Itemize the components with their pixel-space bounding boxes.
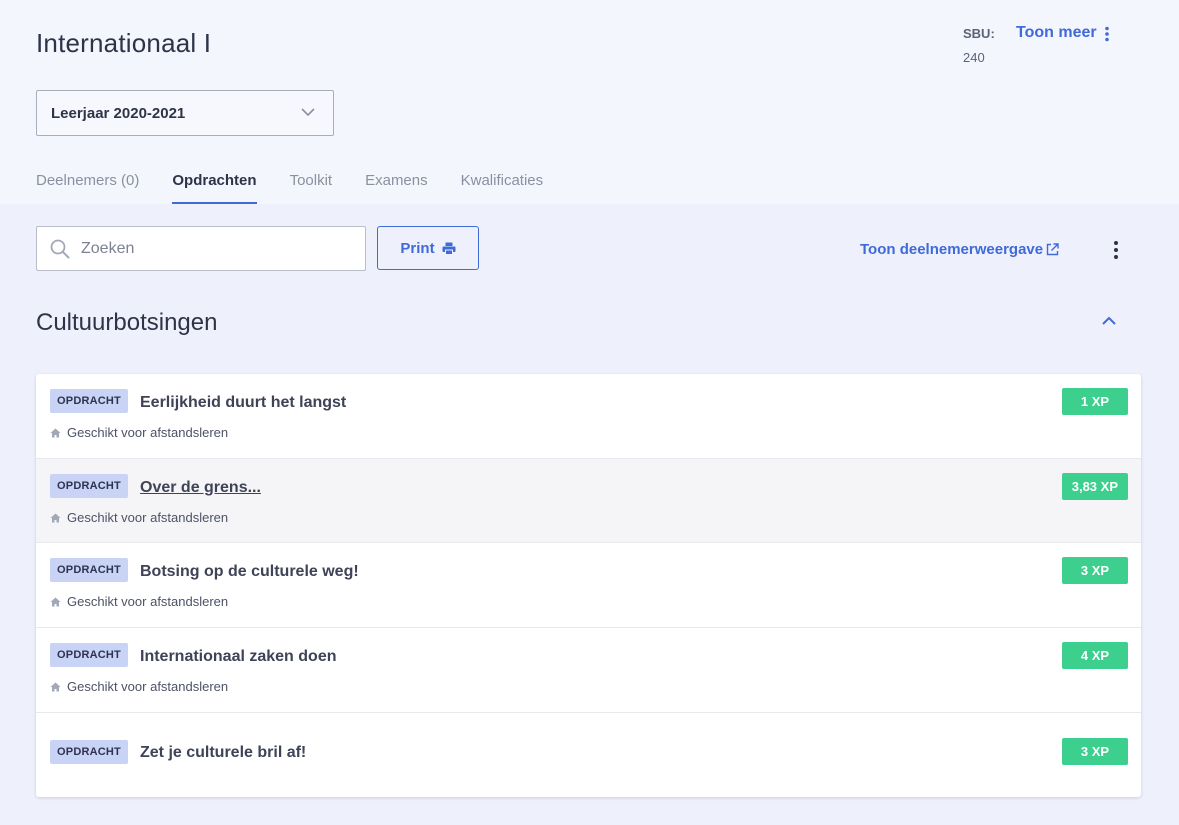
year-select-value: Leerjaar 2020-2021 xyxy=(51,105,186,122)
remote-learning-info: Geschikt voor afstandsleren xyxy=(50,425,228,440)
external-link-icon xyxy=(1046,243,1059,256)
tab-deelnemers[interactable]: Deelnemers (0) xyxy=(36,172,139,204)
tab-kwalificaties[interactable]: Kwalificaties xyxy=(461,172,544,204)
assignment-type-badge: OPDRACHT xyxy=(50,389,128,413)
xp-badge: 4 XP xyxy=(1062,642,1128,669)
search-input[interactable] xyxy=(81,237,351,261)
print-button[interactable]: Print xyxy=(377,226,479,270)
participant-view-link[interactable]: Toon deelnemerweergave xyxy=(860,241,1059,258)
participant-view-label: Toon deelnemerweergave xyxy=(860,241,1044,258)
remote-learning-info: Geschikt voor afstandsleren xyxy=(50,679,228,694)
xp-badge: 3,83 XP xyxy=(1061,473,1128,500)
chevron-up-icon[interactable] xyxy=(1101,316,1117,326)
sbu-info: SBU: 240 xyxy=(963,26,995,65)
tab-opdrachten[interactable]: Opdrachten xyxy=(172,172,257,204)
print-label: Print xyxy=(400,239,435,257)
list-item[interactable]: OPDRACHT Botsing op de culturele weg! Ge… xyxy=(36,543,1141,628)
chevron-down-icon xyxy=(301,108,315,117)
remote-learning-label: Geschikt voor afstandsleren xyxy=(67,679,229,694)
assignment-type-badge: OPDRACHT xyxy=(50,558,128,582)
xp-badge: 1 XP xyxy=(1062,388,1128,415)
section-title: Cultuurbotsingen xyxy=(36,309,218,336)
home-icon xyxy=(50,597,61,606)
assignment-title[interactable]: Zet je culturele bril af! xyxy=(140,744,306,762)
search-icon xyxy=(50,239,70,259)
list-item[interactable]: OPDRACHT Over de grens... Geschikt voor … xyxy=(36,459,1141,543)
assignment-title[interactable]: Botsing op de culturele weg! xyxy=(140,563,359,581)
home-icon xyxy=(50,428,61,437)
tab-bar: Deelnemers (0) Opdrachten Toolkit Examen… xyxy=(36,172,576,204)
assignment-type-badge: OPDRACHT xyxy=(50,474,128,498)
tab-examens[interactable]: Examens xyxy=(365,172,428,204)
remote-learning-info: Geschikt voor afstandsleren xyxy=(50,510,228,525)
list-item[interactable]: OPDRACHT Internationaal zaken doen Gesch… xyxy=(36,628,1141,713)
assignment-type-badge: OPDRACHT xyxy=(50,740,128,764)
assignment-title[interactable]: Over de grens... xyxy=(140,479,261,497)
xp-badge: 3 XP xyxy=(1062,738,1128,765)
sbu-value: 240 xyxy=(963,50,985,65)
printer-icon xyxy=(442,242,456,255)
list-item[interactable]: OPDRACHT Eerlijkheid duurt het langst Ge… xyxy=(36,374,1141,459)
assignment-list: OPDRACHT Eerlijkheid duurt het langst Ge… xyxy=(36,374,1141,797)
list-item[interactable]: OPDRACHT Zet je culturele bril af! 3 XP xyxy=(36,713,1141,797)
options-menu-icon[interactable] xyxy=(1107,240,1125,260)
remote-learning-info: Geschikt voor afstandsleren xyxy=(50,594,228,609)
remote-learning-label: Geschikt voor afstandsleren xyxy=(67,425,229,440)
page-title: Internationaal I xyxy=(36,28,212,58)
xp-badge: 3 XP xyxy=(1062,557,1128,584)
remote-learning-label: Geschikt voor afstandsleren xyxy=(67,510,229,525)
assignment-title[interactable]: Eerlijkheid duurt het langst xyxy=(140,394,346,412)
assignment-type-badge: OPDRACHT xyxy=(50,643,128,667)
home-icon xyxy=(50,682,61,691)
year-select[interactable]: Leerjaar 2020-2021 xyxy=(36,90,334,136)
sbu-label: SBU: xyxy=(963,26,995,41)
assignment-title[interactable]: Internationaal zaken doen xyxy=(140,648,336,666)
show-more-link[interactable]: Toon meer xyxy=(1016,24,1097,42)
remote-learning-label: Geschikt voor afstandsleren xyxy=(67,594,229,609)
tab-toolkit[interactable]: Toolkit xyxy=(290,172,333,204)
more-vertical-icon[interactable] xyxy=(1099,26,1115,42)
search-box xyxy=(36,226,366,271)
home-icon xyxy=(50,513,61,522)
